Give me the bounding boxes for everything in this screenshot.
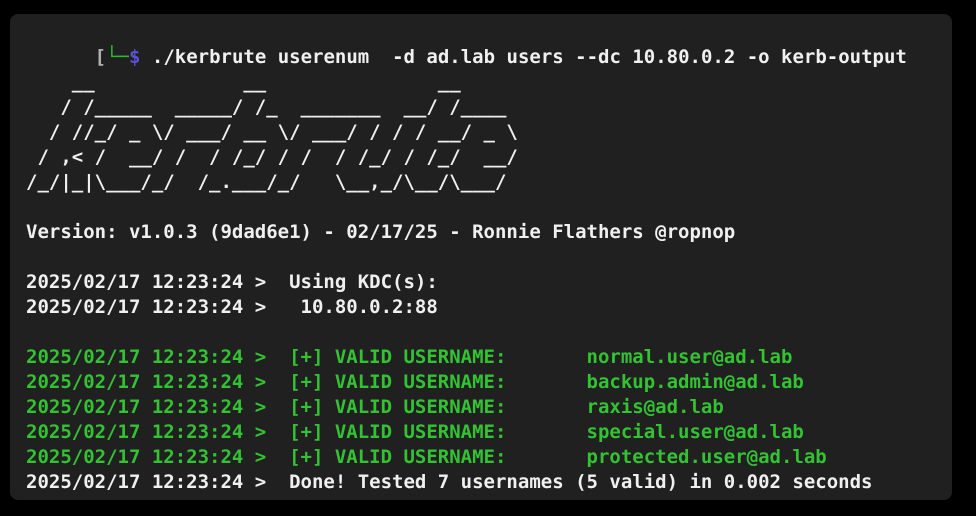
blank-line bbox=[26, 195, 936, 220]
log-line: 2025/02/17 12:23:24 > [+] VALID USERNAME… bbox=[26, 420, 936, 445]
ascii-banner-line: __ __ __ bbox=[26, 70, 936, 95]
blank-line bbox=[26, 245, 936, 270]
ascii-banner-line: / //_/ _ \/ ___/ __ \/ ___/ / / / __/ _ … bbox=[26, 120, 936, 145]
ascii-banner-line: /_/|_|\___/_/ /_.___/_/ \__,_/\__/\___/ bbox=[26, 170, 936, 195]
version-line: Version: v1.0.3 (9dad6e1) - 02/17/25 - R… bbox=[26, 220, 936, 245]
log-line: 2025/02/17 12:23:24 > [+] VALID USERNAME… bbox=[26, 395, 936, 420]
log-line bbox=[26, 320, 936, 345]
log-line: 2025/02/17 12:23:24 > [+] VALID USERNAME… bbox=[26, 370, 936, 395]
log-line: 2025/02/17 12:23:24 > 10.80.0.2:88 bbox=[26, 295, 936, 320]
ascii-banner-line: / ,< / __/ / / /_/ / / / /_/ / /_/ __/ bbox=[26, 145, 936, 170]
ascii-banner-line: / /_____ _____/ /_ _______ __/ /____ bbox=[26, 95, 936, 120]
screenshot-background: [└─$ ./kerbrute userenum -d ad.lab users… bbox=[0, 0, 976, 516]
terminal-output: __ __ __ / /_____ _____/ /_ _______ __/ … bbox=[26, 45, 936, 495]
terminal-window[interactable]: [└─$ ./kerbrute userenum -d ad.lab users… bbox=[10, 14, 952, 500]
log-line: 2025/02/17 12:23:24 > [+] VALID USERNAME… bbox=[26, 445, 936, 470]
log-line: 2025/02/17 12:23:24 > [+] VALID USERNAME… bbox=[26, 345, 936, 370]
shell-prompt-line: [└─$ ./kerbrute userenum -d ad.lab users… bbox=[26, 20, 936, 45]
log-line: 2025/02/17 12:23:24 > Using KDC(s): bbox=[26, 270, 936, 295]
command-input[interactable]: ./kerbrute userenum -d ad.lab users --dc… bbox=[152, 46, 907, 68]
prompt-dollar-sign: $ bbox=[129, 46, 140, 68]
command-text bbox=[140, 46, 151, 68]
prompt-corner-icon: └─ bbox=[106, 46, 129, 68]
log-line: 2025/02/17 12:23:24 > Done! Tested 7 use… bbox=[26, 470, 936, 495]
prompt-left-bracket: [ bbox=[95, 46, 106, 68]
